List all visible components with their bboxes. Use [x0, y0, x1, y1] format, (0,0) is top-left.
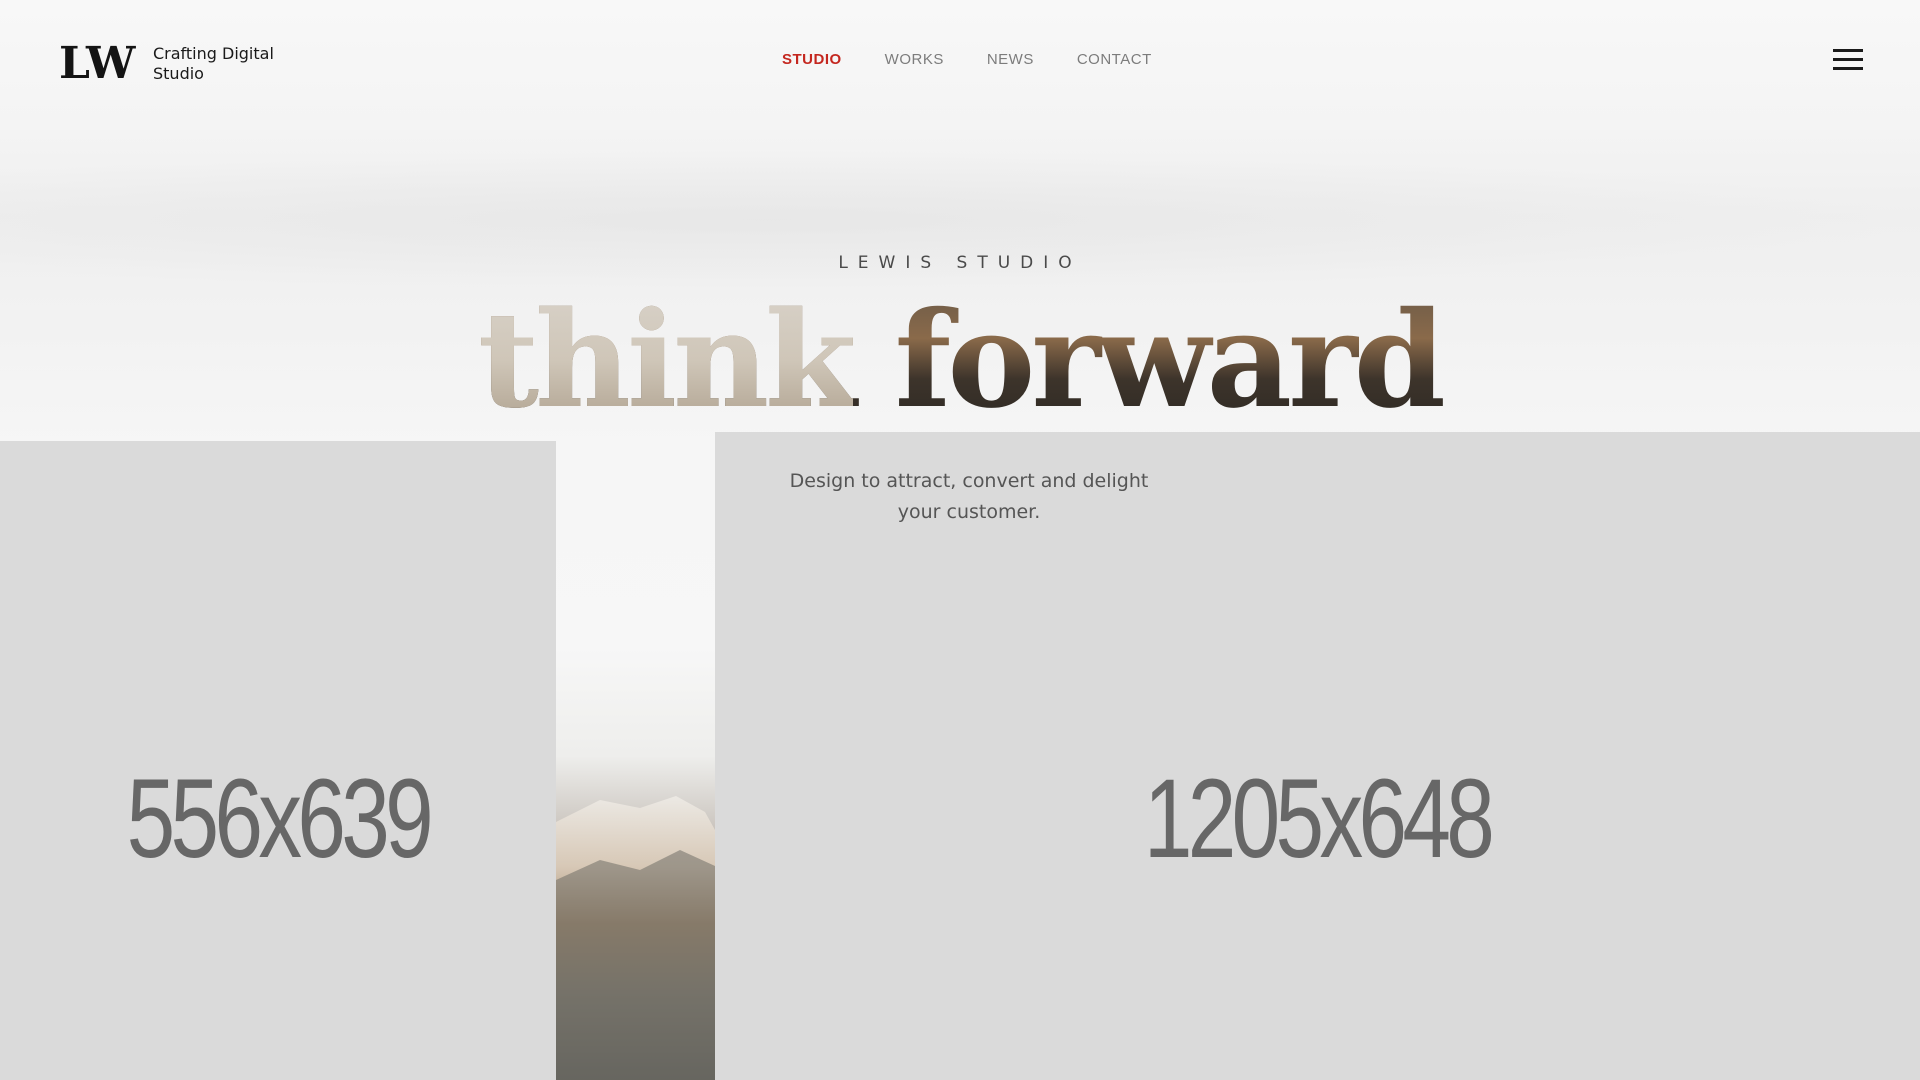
headline-word-forward: forward [894, 283, 1442, 438]
logo-tagline: Crafting Digital Studio [153, 44, 274, 83]
image-placeholder-right: 1205x648 [715, 432, 1920, 1080]
hero-eyebrow: LEWIS STUDIO [838, 253, 1082, 273]
headline-word-think: think [478, 283, 857, 438]
placeholder-size-label: 1205x648 [1144, 756, 1495, 881]
hamburger-line [1833, 67, 1863, 70]
nav-item-works[interactable]: WORKS [885, 51, 944, 68]
main-nav: STUDIO WORKS NEWS CONTACT [782, 51, 1195, 68]
hero-subtitle: Design to attract, convert and delight y… [789, 470, 1149, 523]
image-placeholder-left: 556x639 [0, 441, 556, 1080]
page: LW Crafting Digital Studio STUDIO WORKS … [0, 0, 1920, 1080]
nav-item-contact[interactable]: CONTACT [1077, 51, 1152, 68]
hamburger-menu-icon[interactable] [1833, 49, 1863, 71]
hamburger-line [1833, 49, 1863, 52]
hero-headline: think forward [0, 286, 1920, 436]
nav-item-studio[interactable]: STUDIO [782, 51, 842, 68]
placeholder-size-label: 556x639 [126, 755, 434, 881]
logo[interactable]: LW [59, 38, 135, 89]
nav-item-news[interactable]: NEWS [987, 51, 1034, 68]
hamburger-line [1833, 58, 1863, 61]
